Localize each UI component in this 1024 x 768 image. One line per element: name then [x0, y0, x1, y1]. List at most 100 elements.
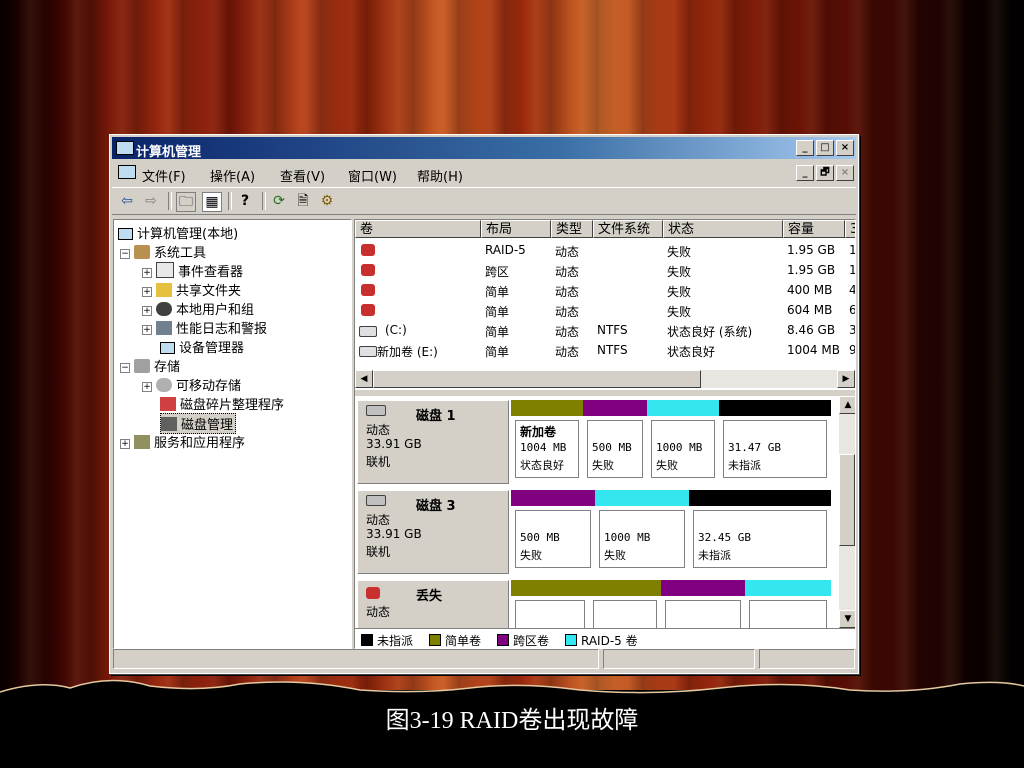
legend-item-spanned: 跨区卷: [497, 632, 549, 648]
mdi-computer-icon[interactable]: [118, 165, 136, 179]
disk-3-label[interactable]: 磁盘 3 动态 33.91 GB 联机: [357, 490, 509, 574]
partition-segment[interactable]: [745, 580, 831, 628]
partition-size: 31.47 GB: [728, 441, 781, 454]
column-header-layout[interactable]: 布局: [481, 220, 551, 238]
menu-view[interactable]: 查看(V): [280, 166, 325, 185]
scroll-thumb[interactable]: [839, 454, 855, 546]
collapse-toggle[interactable]: −: [120, 363, 130, 373]
volume-capacity: 1.95 GB: [787, 243, 836, 257]
tree-item-device-manager[interactable]: 设备管理器: [160, 337, 244, 356]
scroll-thumb[interactable]: [373, 370, 701, 388]
partition-body: 32.45 GB 未指派: [693, 510, 827, 568]
help-icon[interactable]: ?: [236, 192, 254, 210]
disk-name: 磁盘 3: [416, 499, 456, 514]
scroll-up-button[interactable]: ▲: [839, 396, 855, 414]
collapse-toggle[interactable]: −: [120, 249, 130, 259]
tree-item-removable-storage[interactable]: + 可移动存储: [142, 375, 241, 394]
partition-segment[interactable]: [511, 580, 589, 628]
up-folder-icon[interactable]: 🗀: [176, 192, 196, 212]
column-header-status[interactable]: 状态: [663, 220, 783, 238]
menu-bar: 文件(F) 操作(A) 查看(V) 窗口(W) 帮助(H) _ 🗗 ×: [112, 161, 856, 185]
forward-arrow-icon[interactable]: ⇨: [142, 192, 160, 210]
column-header-capacity[interactable]: 容量: [783, 220, 845, 238]
expand-toggle[interactable]: +: [142, 268, 152, 278]
partition-segment[interactable]: 31.47 GB 未指派: [719, 400, 831, 482]
mdi-close-button[interactable]: ×: [836, 165, 854, 181]
menu-action[interactable]: 操作(A): [210, 166, 255, 185]
expand-toggle[interactable]: +: [142, 287, 152, 297]
column-header-more[interactable]: 3: [845, 220, 855, 238]
partition-segment[interactable]: 新加卷 1004 MB 状态良好: [511, 400, 583, 482]
partition-segment[interactable]: 500 MB 失败: [583, 400, 647, 482]
partition-color-bar: [647, 400, 719, 416]
legend-item-unallocated: 未指派: [361, 632, 413, 648]
partition-body: 500 MB 失败: [515, 510, 591, 568]
tree-item-services-applications[interactable]: + 服务和应用程序: [120, 432, 245, 451]
volume-free-space: 1: [849, 263, 856, 277]
disk-kind: 动态: [366, 423, 391, 437]
tree-item-computer-management[interactable]: 计算机管理(本地): [118, 223, 238, 242]
tree-item-storage[interactable]: − 存储: [120, 356, 180, 375]
disk-name: 丢失: [416, 589, 443, 604]
partition-segment[interactable]: [589, 580, 661, 628]
status-panel-middle: [603, 649, 755, 669]
partition-segment[interactable]: [661, 580, 745, 628]
mdi-minimize-button[interactable]: _: [796, 165, 814, 181]
expand-toggle[interactable]: +: [142, 382, 152, 392]
disk-1-label[interactable]: 磁盘 1 动态 33.91 GB 联机: [357, 400, 509, 484]
partition-segment[interactable]: 1000 MB 失败: [595, 490, 689, 572]
expand-toggle[interactable]: +: [120, 439, 130, 449]
volume-filesystem: NTFS: [597, 323, 628, 337]
tree-item-defragmenter[interactable]: 磁盘碎片整理程序: [160, 394, 284, 413]
maximize-button[interactable]: □: [816, 140, 834, 156]
tree-item-local-users-groups[interactable]: + 本地用户和组: [142, 299, 254, 318]
computer-management-window: 计算机管理 _ □ × 文件(F) 操作(A) 查看(V) 窗口(W) 帮助(H…: [109, 134, 859, 674]
partition-segment[interactable]: 1000 MB 失败: [647, 400, 719, 482]
column-header-type[interactable]: 类型: [551, 220, 593, 238]
volume-free-space: 4: [849, 283, 856, 297]
tree-item-performance-logs[interactable]: + 性能日志和警报: [142, 318, 267, 337]
vertical-scrollbar[interactable]: ▲ ▼: [839, 396, 855, 628]
minimize-button[interactable]: _: [796, 140, 814, 156]
expand-toggle[interactable]: +: [142, 306, 152, 316]
legend-swatch: [565, 634, 577, 646]
partition-segment[interactable]: 32.45 GB 未指派: [689, 490, 831, 572]
partition-color-bar: [589, 580, 661, 596]
title-bar[interactable]: 计算机管理 _ □ ×: [112, 137, 856, 160]
disk-name: 磁盘 1: [416, 409, 456, 424]
mdi-restore-button[interactable]: 🗗: [816, 165, 834, 181]
expand-toggle[interactable]: +: [142, 325, 152, 335]
disk-size: 33.91 GB: [366, 437, 422, 451]
volume-capacity: 1004 MB: [787, 343, 840, 357]
column-header-volume[interactable]: 卷: [355, 220, 481, 238]
close-button[interactable]: ×: [836, 140, 854, 156]
refresh-icon[interactable]: ⟳: [270, 192, 288, 210]
volume-name: (C:): [385, 323, 407, 337]
tree-item-shared-folders[interactable]: + 共享文件夹: [142, 280, 241, 299]
volume-capacity: 400 MB: [787, 283, 833, 297]
volume-type: 动态: [555, 245, 580, 259]
legend-swatch: [429, 634, 441, 646]
volume-status: 失败: [667, 265, 692, 279]
menu-window[interactable]: 窗口(W): [348, 166, 397, 185]
show-hide-tree-icon[interactable]: ▦: [202, 192, 222, 212]
partition-body: 31.47 GB 未指派: [723, 420, 827, 478]
scroll-down-button[interactable]: ▼: [839, 610, 855, 628]
menu-help[interactable]: 帮助(H): [417, 166, 463, 185]
menu-file[interactable]: 文件(F): [142, 166, 186, 185]
scroll-right-button[interactable]: ▶: [837, 370, 855, 388]
volume-capacity: 1.95 GB: [787, 263, 836, 277]
tree-item-disk-management[interactable]: 磁盘管理: [160, 413, 237, 434]
partition-size: 1000 MB: [604, 531, 651, 544]
partition-segment[interactable]: 500 MB 失败: [511, 490, 595, 572]
console-icon[interactable]: ⚙: [318, 192, 336, 210]
tree-item-system-tools[interactable]: − 系统工具: [120, 242, 206, 261]
horizontal-scrollbar[interactable]: ◀ ▶: [355, 370, 855, 388]
device-manager-icon: [160, 342, 175, 354]
tree-item-event-viewer[interactable]: + 事件查看器: [142, 261, 243, 280]
column-header-filesystem[interactable]: 文件系统: [593, 220, 663, 238]
properties-icon[interactable]: 🗎: [294, 192, 312, 210]
scroll-left-button[interactable]: ◀: [355, 370, 373, 388]
back-arrow-icon[interactable]: ⇦: [118, 192, 136, 210]
missing-disk-label[interactable]: 丢失 动态: [357, 580, 509, 628]
